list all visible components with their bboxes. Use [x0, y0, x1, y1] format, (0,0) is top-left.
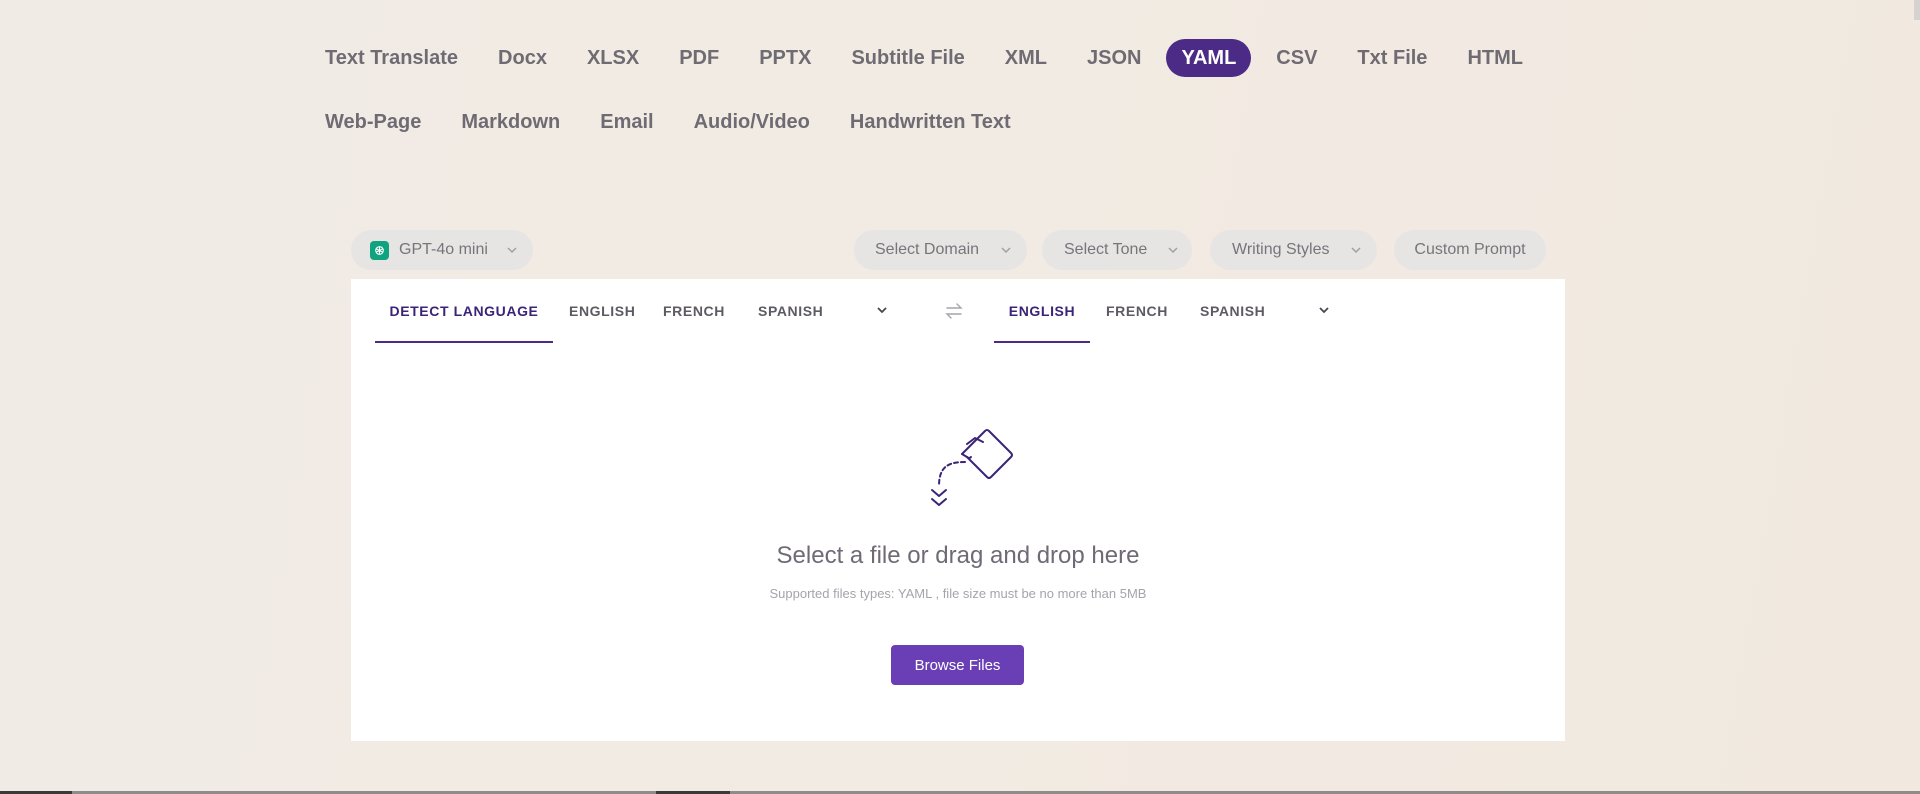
custom-prompt-label: Custom Prompt	[1414, 241, 1526, 258]
writing-styles-label: Writing Styles	[1232, 241, 1330, 258]
tone-select[interactable]: Select Tone	[1042, 230, 1192, 270]
dropzone-title: Select a file or drag and drop here	[776, 542, 1140, 569]
tab-docx[interactable]: Docx	[498, 39, 547, 77]
custom-prompt-button[interactable]: Custom Prompt	[1394, 230, 1546, 270]
target-lang-english[interactable]: ENGLISH	[994, 279, 1090, 343]
tab-text-translate[interactable]: Text Translate	[325, 39, 458, 77]
target-lang-french[interactable]: FRENCH	[1106, 279, 1168, 343]
tab-pdf[interactable]: PDF	[679, 39, 719, 77]
chevron-down-icon	[1349, 243, 1363, 257]
tab-xml[interactable]: XML	[1005, 39, 1047, 77]
source-lang-english[interactable]: ENGLISH	[569, 279, 635, 343]
tone-select-label: Select Tone	[1064, 241, 1148, 258]
domain-select[interactable]: Select Domain	[854, 230, 1027, 270]
tab-handwritten-text[interactable]: Handwritten Text	[850, 103, 1011, 141]
tab-subtitle-file[interactable]: Subtitle File	[851, 39, 964, 77]
model-select-label: GPT-4o mini	[399, 241, 488, 258]
tab-html[interactable]: HTML	[1467, 39, 1523, 77]
language-bar: DETECT LANGUAGE ENGLISH FRENCH SPANISH E…	[351, 279, 1565, 343]
target-lang-spanish[interactable]: SPANISH	[1200, 279, 1265, 343]
tab-yaml[interactable]: YAML	[1166, 39, 1252, 77]
scrollbar-thumb[interactable]	[1914, 0, 1920, 20]
tab-web-page[interactable]: Web-Page	[325, 103, 421, 141]
tab-csv[interactable]: CSV	[1276, 39, 1317, 77]
tab-email[interactable]: Email	[600, 103, 653, 141]
tab-txt-file[interactable]: Txt File	[1357, 39, 1427, 77]
file-drop-illustration-icon	[897, 410, 1017, 520]
tab-json[interactable]: JSON	[1087, 39, 1141, 77]
source-lang-detect[interactable]: DETECT LANGUAGE	[375, 279, 553, 343]
browse-files-button[interactable]: Browse Files	[891, 645, 1024, 685]
dropzone-subtitle: Supported files types: YAML , file size …	[769, 586, 1147, 601]
source-lang-more-chevron-down-icon[interactable]	[872, 300, 892, 320]
tab-row-2: Web-Page Markdown Email Audio/Video Hand…	[325, 102, 1525, 142]
writing-styles-select[interactable]: Writing Styles	[1210, 230, 1377, 270]
tab-xlsx[interactable]: XLSX	[587, 39, 639, 77]
chevron-down-icon	[999, 243, 1013, 257]
source-lang-spanish[interactable]: SPANISH	[758, 279, 823, 343]
model-select[interactable]: GPT-4o mini	[351, 230, 533, 270]
chatgpt-logo-icon	[370, 240, 389, 260]
chevron-down-icon	[505, 243, 519, 257]
target-lang-more-chevron-down-icon[interactable]	[1314, 300, 1334, 320]
tab-audio-video[interactable]: Audio/Video	[694, 103, 810, 141]
chevron-down-icon	[1166, 243, 1180, 257]
source-lang-french[interactable]: FRENCH	[663, 279, 725, 343]
swap-languages-icon[interactable]	[943, 300, 965, 322]
file-type-tabs: Text Translate Docx XLSX PDF PPTX Subtit…	[325, 38, 1525, 142]
domain-select-label: Select Domain	[875, 241, 980, 258]
tab-row-1: Text Translate Docx XLSX PDF PPTX Subtit…	[325, 38, 1525, 78]
tab-pptx[interactable]: PPTX	[759, 39, 811, 77]
tab-markdown[interactable]: Markdown	[461, 103, 560, 141]
translate-card: DETECT LANGUAGE ENGLISH FRENCH SPANISH E…	[351, 279, 1565, 741]
